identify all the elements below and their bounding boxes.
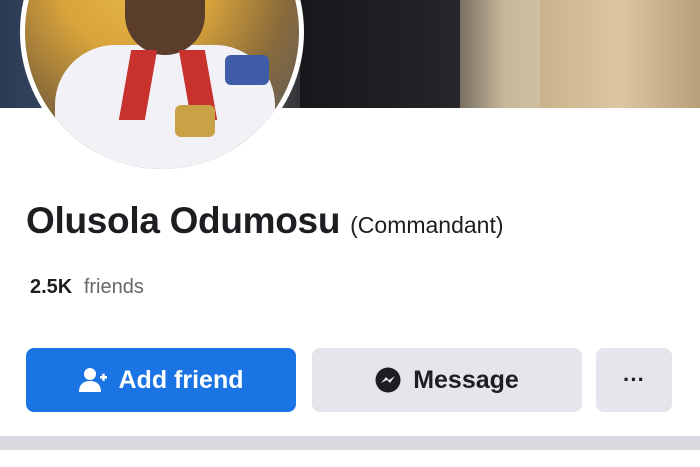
messenger-icon (375, 367, 401, 393)
message-button[interactable]: Message (312, 348, 582, 412)
friends-label: friends (83, 276, 144, 298)
add-friend-label: Add friend (118, 365, 244, 394)
profile-title: (Commandant) (350, 212, 504, 238)
person-add-icon (78, 367, 107, 393)
message-label: Message (413, 365, 519, 394)
profile-avatar[interactable] (20, 0, 304, 174)
section-divider (0, 436, 700, 450)
cover-photo-figure-right (540, 0, 700, 108)
below-content (0, 450, 700, 467)
profile-name-row: Olusola Odumosu (Commandant) (26, 200, 504, 242)
friends-summary[interactable]: 2.5K friends (30, 276, 144, 299)
more-options-button[interactable]: ··· (596, 348, 672, 412)
add-friend-button[interactable]: Add friend (26, 348, 296, 412)
cover-photo-figure (300, 0, 460, 108)
more-options-icon: ··· (623, 367, 645, 392)
friends-count: 2.5K (30, 276, 73, 298)
avatar-badge (175, 105, 215, 137)
avatar-shoulder-patch (225, 55, 269, 85)
profile-name: Olusola Odumosu (26, 200, 341, 241)
